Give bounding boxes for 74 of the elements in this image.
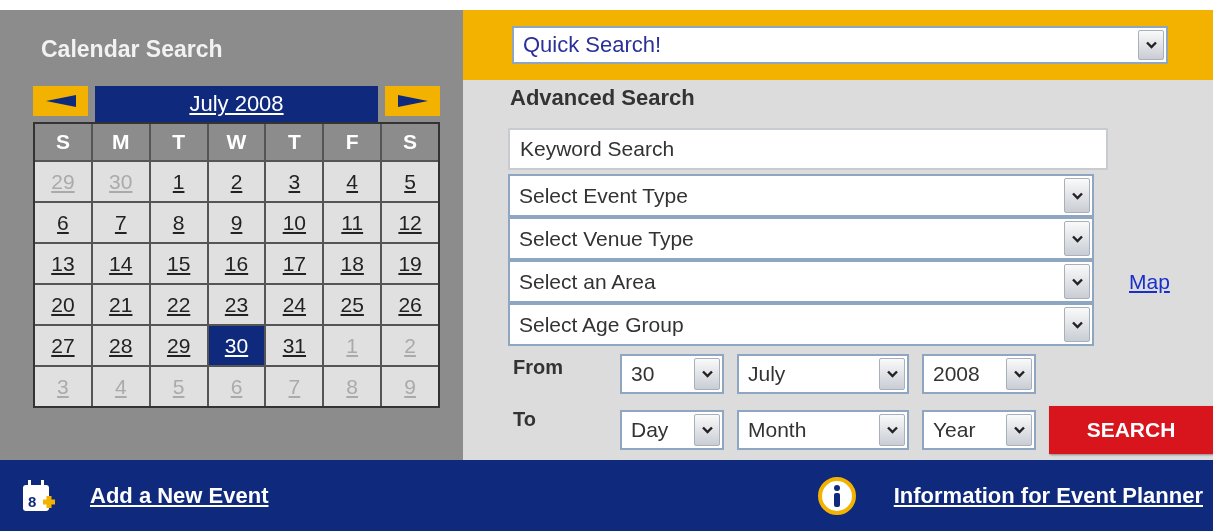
search-button[interactable]: SEARCH	[1049, 406, 1213, 454]
day-cell[interactable]: 30	[208, 326, 265, 365]
day-cell[interactable]: 24	[266, 285, 323, 324]
chevron-down-icon	[694, 414, 720, 446]
map-link[interactable]: Map	[1129, 269, 1170, 294]
chevron-down-icon	[1064, 307, 1090, 342]
day-cell[interactable]: 20	[35, 285, 91, 324]
day-cell[interactable]: 22	[150, 285, 207, 324]
day-cell[interactable]: 14	[92, 244, 149, 283]
panel-title: Calendar Search	[41, 36, 224, 64]
section-title: Advanced Search	[510, 84, 696, 112]
day-cell[interactable]: 6	[35, 203, 91, 242]
day-cell[interactable]: 2	[208, 162, 265, 201]
date-label: To	[512, 408, 537, 431]
day-cell[interactable]: 15	[150, 244, 207, 283]
day-cell[interactable]: 21	[92, 285, 149, 324]
chevron-down-icon	[1064, 221, 1090, 256]
day-cell[interactable]: 10	[266, 203, 323, 242]
day-cell[interactable]: 18	[324, 244, 381, 283]
dropdown[interactable]: Year	[922, 410, 1036, 450]
day-cell[interactable]: 28	[92, 326, 149, 365]
day-cell[interactable]: 16	[208, 244, 265, 283]
day-cell[interactable]: 3	[266, 162, 323, 201]
weekday-header: F	[324, 124, 381, 160]
day-cell[interactable]: 7	[92, 203, 149, 242]
day-cell[interactable]: 13	[35, 244, 91, 283]
dropdown[interactable]: Select Event Type	[508, 174, 1094, 217]
dropdown[interactable]: Select an Area	[508, 260, 1094, 303]
dropdown[interactable]: Quick Search!	[512, 26, 1168, 64]
date-label: From	[512, 356, 564, 379]
day-cell[interactable]: 25	[324, 285, 381, 324]
previous-month-button[interactable]	[33, 86, 88, 116]
day-cell[interactable]: 12	[382, 203, 438, 242]
chevron-down-icon	[879, 414, 905, 446]
month-link[interactable]: July 2008	[95, 86, 378, 122]
day-cell[interactable]: 29	[150, 326, 207, 365]
info-icon	[815, 475, 858, 516]
chevron-down-icon	[1138, 30, 1164, 60]
day-cell[interactable]: 17	[266, 244, 323, 283]
chevron-down-icon	[694, 358, 720, 390]
weekday-header: T	[150, 124, 207, 160]
day-cell[interactable]: 27	[35, 326, 91, 365]
weekday-header: W	[208, 124, 265, 160]
add-event-link[interactable]: Add a New Event	[90, 482, 269, 509]
dropdown[interactable]: July	[737, 354, 909, 394]
day-cell[interactable]: 4	[324, 162, 381, 201]
day-cell[interactable]: 31	[266, 326, 323, 365]
day-cell[interactable]: 9	[208, 203, 265, 242]
dropdown[interactable]: Month	[737, 410, 909, 450]
weekday-header: S	[35, 124, 91, 160]
day-cell[interactable]: 19	[382, 244, 438, 283]
chevron-down-icon	[1006, 358, 1032, 390]
day-cell[interactable]: 1	[150, 162, 207, 201]
dropdown[interactable]: Day	[620, 410, 724, 450]
chevron-down-icon	[1006, 414, 1032, 446]
day-cell[interactable]: 23	[208, 285, 265, 324]
day-cell[interactable]: 11	[324, 203, 381, 242]
dropdown[interactable]: 2008	[922, 354, 1036, 394]
next-month-button[interactable]	[385, 86, 440, 116]
chevron-down-icon	[1064, 264, 1090, 299]
right-triangle-icon	[397, 95, 428, 107]
day-cell[interactable]: 8	[150, 203, 207, 242]
day-cell[interactable]: 5	[382, 162, 438, 201]
dropdown[interactable]: Select Venue Type	[508, 217, 1094, 260]
weekday-header: M	[92, 124, 149, 160]
weekday-header: T	[266, 124, 323, 160]
chevron-down-icon	[1064, 178, 1090, 213]
day-cell[interactable]: 26	[382, 285, 438, 324]
keyword-search-field[interactable]: Keyword Search	[508, 128, 1108, 170]
chevron-down-icon	[879, 358, 905, 390]
event-planner-info-link[interactable]: Information for Event Planner	[893, 482, 1203, 509]
dropdown[interactable]: Select Age Group	[508, 303, 1094, 346]
weekday-header: S	[382, 124, 438, 160]
dropdown[interactable]: 30	[620, 354, 724, 394]
